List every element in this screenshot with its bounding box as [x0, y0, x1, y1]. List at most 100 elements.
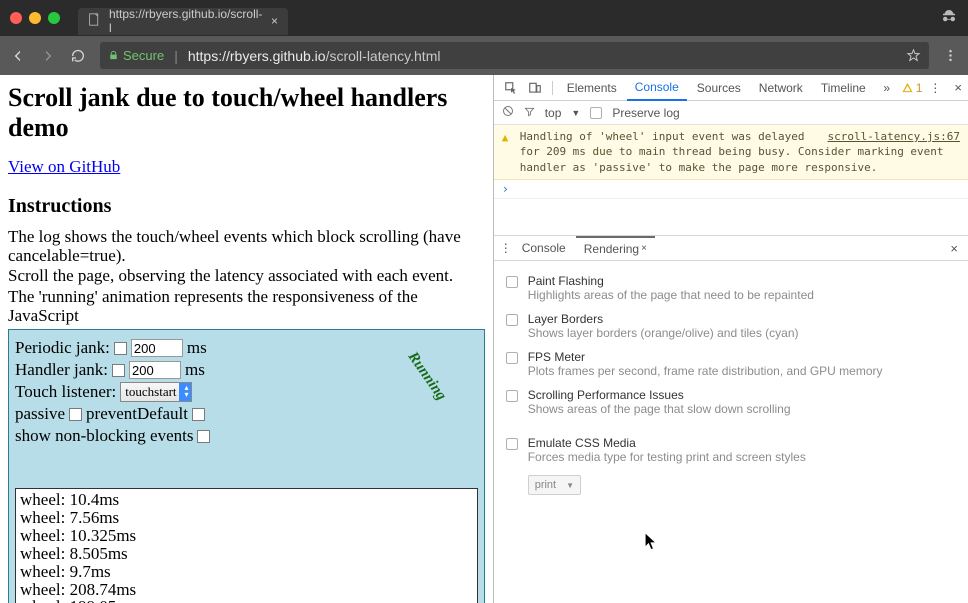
- devtools-tab-bar: Elements Console Sources Network Timelin…: [494, 75, 968, 101]
- scrolling-perf-desc: Shows areas of the page that slow down s…: [528, 402, 791, 416]
- tab-timeline[interactable]: Timeline: [813, 75, 874, 100]
- touch-listener-label: Touch listener:: [15, 382, 116, 402]
- handler-jank-input[interactable]: [129, 361, 181, 379]
- scrolling-perf-checkbox[interactable]: [506, 390, 518, 402]
- log-level-dropdown-icon[interactable]: ▼: [571, 108, 580, 118]
- instructions-line-2: Scroll the page, observing the latency a…: [8, 267, 485, 286]
- drawer-tab-rendering[interactable]: Rendering ×: [576, 236, 655, 260]
- periodic-jank-checkbox[interactable]: [114, 342, 127, 355]
- incognito-icon: [940, 7, 958, 30]
- layer-borders-desc: Shows layer borders (orange/olive) and t…: [528, 326, 799, 340]
- rendering-panel: Paint Flashing Highlights areas of the p…: [494, 261, 968, 603]
- console-warning-message: ▲ scroll-latency.js:67 Handling of 'whee…: [494, 125, 968, 180]
- instructions-heading: Instructions: [8, 195, 485, 218]
- drawer-close-button[interactable]: ×: [940, 241, 968, 256]
- console-prompt[interactable]: ›: [494, 180, 968, 199]
- emulate-css-media-title: Emulate CSS Media: [528, 436, 806, 450]
- filter-icon[interactable]: [524, 106, 535, 120]
- show-nonblocking-checkbox[interactable]: [197, 430, 210, 443]
- instructions-line-3: The 'running' animation represents the r…: [8, 288, 485, 325]
- mouse-cursor-icon: [644, 532, 658, 557]
- window-traffic-lights[interactable]: [10, 12, 60, 24]
- forward-button[interactable]: [40, 48, 56, 64]
- drawer-menu-icon[interactable]: ⋮: [500, 241, 512, 255]
- handler-jank-checkbox[interactable]: [112, 364, 125, 377]
- dropdown-chevron-icon: ▼: [566, 481, 574, 490]
- secure-badge: Secure: [108, 48, 164, 63]
- instructions-line-1: The log shows the touch/wheel events whi…: [8, 228, 485, 265]
- minimize-window-dot[interactable]: [29, 12, 41, 24]
- console-context-select[interactable]: top: [545, 106, 562, 120]
- url-host: https://rbyers.github.io: [188, 48, 326, 64]
- preserve-log-checkbox[interactable]: [590, 107, 602, 119]
- touch-listener-select[interactable]: touchstart ▴▾: [120, 382, 191, 402]
- device-toolbar-icon[interactable]: [524, 81, 546, 95]
- layer-borders-checkbox[interactable]: [506, 314, 518, 326]
- fps-meter-title: FPS Meter: [528, 350, 883, 364]
- tab-elements[interactable]: Elements: [559, 75, 625, 100]
- drawer-tab-rendering-label: Rendering: [584, 242, 639, 256]
- emulate-css-media-checkbox[interactable]: [506, 438, 518, 450]
- css-media-select[interactable]: print ▼: [528, 475, 581, 495]
- warning-count-badge[interactable]: 1: [902, 81, 923, 95]
- periodic-jank-input[interactable]: [131, 339, 183, 357]
- log-entry: wheel: 10.325ms: [20, 527, 473, 545]
- emulate-css-media-desc: Forces media type for testing print and …: [528, 450, 806, 464]
- tab-sources[interactable]: Sources: [689, 75, 749, 100]
- ms-label: ms: [187, 338, 207, 358]
- preserve-log-label: Preserve log: [612, 106, 679, 120]
- bookmark-star-icon[interactable]: [906, 48, 921, 63]
- console-toolbar: top ▼ Preserve log: [494, 101, 968, 125]
- paint-flashing-title: Paint Flashing: [528, 274, 814, 288]
- browser-tab[interactable]: https://rbyers.github.io/scroll-l ×: [78, 8, 288, 35]
- ms-label-2: ms: [185, 360, 205, 380]
- preventdefault-checkbox[interactable]: [192, 408, 205, 421]
- log-entry: wheel: 10.4ms: [20, 491, 473, 509]
- paint-flashing-desc: Highlights areas of the page that need t…: [528, 288, 814, 302]
- scrolling-perf-title: Scrolling Performance Issues: [528, 388, 791, 402]
- chrome-menu-button[interactable]: [943, 48, 958, 63]
- devtools-menu-icon[interactable]: ⋮: [924, 81, 946, 95]
- show-nonblocking-label: show non-blocking events: [15, 426, 193, 446]
- browser-toolbar: Secure | https://rbyers.github.io/scroll…: [0, 36, 968, 75]
- handler-jank-label: Handler jank:: [15, 360, 108, 380]
- inspect-element-icon[interactable]: [500, 81, 522, 95]
- warning-triangle-icon: ▲: [502, 130, 509, 145]
- periodic-jank-label: Periodic jank:: [15, 338, 110, 358]
- preventdefault-label: preventDefault: [86, 404, 188, 424]
- devtools-close-button[interactable]: ×: [948, 80, 968, 95]
- tab-close-icon[interactable]: ×: [271, 14, 278, 28]
- log-entry: wheel: 208.74ms: [20, 581, 473, 599]
- drawer-tab-rendering-close-icon[interactable]: ×: [641, 243, 647, 254]
- log-entry: wheel: 199.05ms: [20, 598, 473, 603]
- tabs-overflow-icon[interactable]: »: [876, 81, 898, 95]
- tab-console[interactable]: Console: [627, 76, 687, 101]
- warning-source-link[interactable]: scroll-latency.js:67: [828, 129, 960, 144]
- address-bar[interactable]: Secure | https://rbyers.github.io/scroll…: [100, 42, 929, 69]
- passive-checkbox[interactable]: [69, 408, 82, 421]
- tab-favicon: [88, 13, 101, 29]
- fps-meter-checkbox[interactable]: [506, 352, 518, 364]
- secure-label: Secure: [123, 48, 164, 63]
- reload-button[interactable]: [70, 48, 86, 64]
- log-entry: wheel: 7.56ms: [20, 509, 473, 527]
- layer-borders-title: Layer Borders: [528, 312, 799, 326]
- drawer-tab-console[interactable]: Console: [514, 236, 574, 260]
- drawer-tab-bar: ⋮ Console Rendering × ×: [494, 235, 968, 261]
- tab-network[interactable]: Network: [751, 75, 811, 100]
- close-window-dot[interactable]: [10, 12, 22, 24]
- clear-console-icon[interactable]: [502, 105, 514, 120]
- tab-title: https://rbyers.github.io/scroll-l: [109, 7, 263, 35]
- github-link[interactable]: View on GitHub: [8, 157, 120, 176]
- page-title: Scroll jank due to touch/wheel handlers …: [8, 83, 485, 143]
- demo-panel: Periodic jank: ms Handler jank: ms Touch…: [8, 329, 485, 603]
- url-path: /scroll-latency.html: [326, 48, 441, 64]
- touch-listener-value: touchstart: [125, 384, 176, 399]
- log-entry: wheel: 9.7ms: [20, 563, 473, 581]
- event-log[interactable]: wheel: 0.000ms wheel: 10.4ms wheel: 7.56…: [15, 488, 478, 603]
- log-entry: wheel: 8.505ms: [20, 545, 473, 563]
- css-media-value: print: [535, 479, 556, 491]
- back-button[interactable]: [10, 48, 26, 64]
- paint-flashing-checkbox[interactable]: [506, 276, 518, 288]
- zoom-window-dot[interactable]: [48, 12, 60, 24]
